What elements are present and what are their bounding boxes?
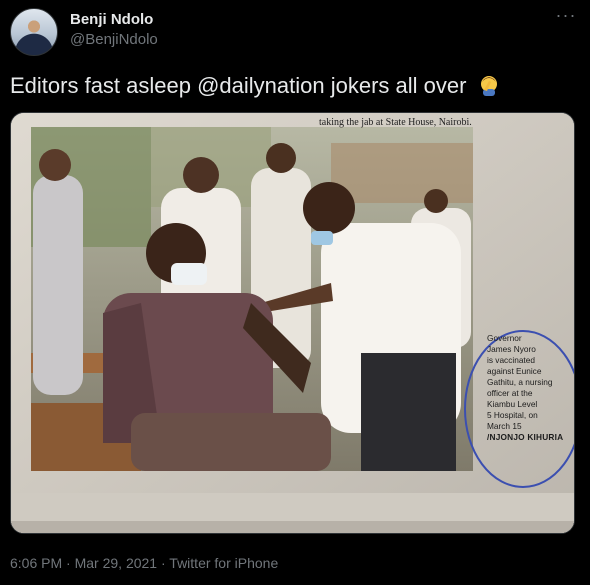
caption-line: Gathitu, a nursing (487, 377, 553, 387)
caption-line: officer at the (487, 388, 533, 398)
man-facepalming-emoji (477, 73, 501, 97)
photo-credit: /NJONJO KIHURIA (487, 432, 564, 442)
tweet-photo[interactable]: taking the jab at State House, Nairobi. … (10, 112, 575, 534)
tweet-time[interactable]: 6:06 PM (10, 555, 62, 571)
tweet-date[interactable]: Mar 29, 2021 (75, 555, 158, 571)
caption-line: March 15 (487, 421, 522, 431)
tweet-text: Editors fast asleep @dailynation jokers … (10, 72, 580, 100)
photo-side-caption: Governor James Nyoro is vaccinated again… (487, 333, 571, 443)
photo-top-caption: taking the jab at State House, Nairobi. (319, 117, 472, 128)
caption-line: Governor (487, 333, 522, 343)
user-handle[interactable]: @BenjiNdolo (70, 31, 158, 48)
avatar[interactable] (10, 8, 58, 56)
more-options-icon[interactable]: ··· (553, 6, 579, 28)
tweet-header: Benji Ndolo @BenjiNdolo ··· (0, 0, 590, 60)
display-name[interactable]: Benji Ndolo (70, 11, 153, 28)
caption-line: against Eunice (487, 366, 542, 376)
tweet-metadata: 6:06 PM · Mar 29, 2021 · Twitter for iPh… (10, 555, 278, 571)
tweet-body: Editors fast asleep @dailynation jokers … (10, 73, 467, 98)
caption-line: James Nyoro (487, 344, 536, 354)
caption-line: 5 Hospital, on (487, 410, 538, 420)
caption-line: is vaccinated (487, 355, 535, 365)
tweet-source[interactable]: Twitter for iPhone (169, 555, 278, 571)
separator: · (62, 555, 75, 571)
newspaper-photo (11, 113, 574, 533)
caption-line: Kiambu Level (487, 399, 538, 409)
separator: · (157, 555, 170, 571)
